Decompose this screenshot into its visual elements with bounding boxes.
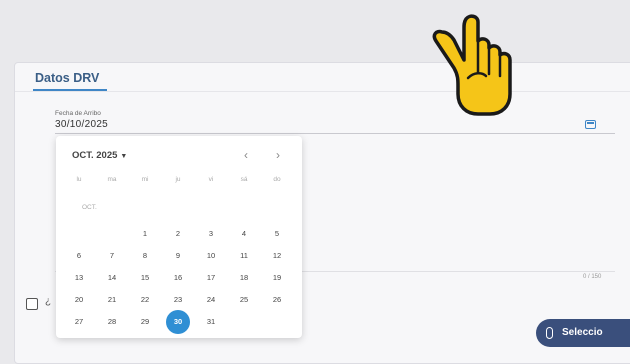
pointing-hand-icon [432,14,512,116]
calendar-day[interactable]: 19 [265,266,289,290]
calendar-day[interactable]: 12 [265,244,289,268]
weekday-header: do [273,176,281,183]
calendar-day[interactable]: 3 [199,222,223,246]
calendar-day[interactable]: 6 [67,244,91,268]
tab-datos-drv[interactable]: Datos DRV [35,71,99,90]
chevron-down-icon: ▼ [120,153,128,160]
calendar-day[interactable]: 27 [67,310,91,334]
chevron-left-icon[interactable]: ‹ [244,148,248,162]
calendar-day[interactable]: 10 [199,244,223,268]
calendar-day[interactable]: 30 [166,310,190,334]
calendar-day[interactable]: 11 [232,244,256,268]
calendar-day[interactable]: 20 [67,288,91,312]
select-file-label: Seleccio [562,327,603,338]
calendar-day[interactable]: 21 [100,288,124,312]
calendar-day[interactable]: 13 [67,266,91,290]
datepicker-month-label: OCT. [82,204,97,211]
calendar-day[interactable]: 15 [133,266,157,290]
chevron-right-icon[interactable]: › [276,148,280,162]
calendar-day[interactable]: 25 [232,288,256,312]
calendar-day[interactable]: 18 [232,266,256,290]
calendar-day[interactable]: 14 [100,266,124,290]
calendar-day[interactable]: 16 [166,266,190,290]
calendar-day[interactable]: 29 [133,310,157,334]
checkbox[interactable] [26,298,38,310]
calendar-day[interactable]: 9 [166,244,190,268]
tab-divider [15,91,630,92]
calendar-day[interactable]: 7 [100,244,124,268]
checkbox-label: ¿ [45,296,52,307]
weekday-header: sá [240,176,248,183]
date-input[interactable]: 30/10/2025 [55,119,108,130]
weekday-header: lu [76,176,82,183]
calendar-day[interactable]: 2 [166,222,190,246]
calendar-icon[interactable] [585,120,596,129]
datepicker-month-year-label: OCT. 2025 [72,150,118,161]
calendar-day[interactable]: 24 [199,288,223,312]
calendar-day[interactable]: 4 [232,222,256,246]
calendar-day[interactable]: 22 [133,288,157,312]
date-field-label: Fecha de Arribo [55,110,101,117]
select-file-button[interactable]: Seleccio [536,319,630,347]
weekday-header: mi [141,176,149,183]
char-counter: 0 / 150 [583,274,602,280]
weekday-header: ma [107,176,117,183]
calendar-day[interactable]: 8 [133,244,157,268]
calendar-day[interactable]: 26 [265,288,289,312]
paperclip-icon [546,327,553,339]
datepicker-popup: OCT. 2025 ▼ ‹ › lu ma mi ju vi sá do OCT. 12345… [56,136,302,338]
calendar-day[interactable]: 31 [199,310,223,334]
calendar-day[interactable]: 5 [265,222,289,246]
datepicker-month-year-button[interactable]: OCT. 2025 ▼ [72,150,127,161]
calendar-day[interactable]: 23 [166,288,190,312]
calendar-day[interactable]: 28 [100,310,124,334]
calendar-day[interactable]: 1 [133,222,157,246]
weekday-header: vi [208,176,214,183]
date-input-underline [55,133,615,134]
calendar-day[interactable]: 17 [199,266,223,290]
weekday-header: ju [175,176,181,183]
